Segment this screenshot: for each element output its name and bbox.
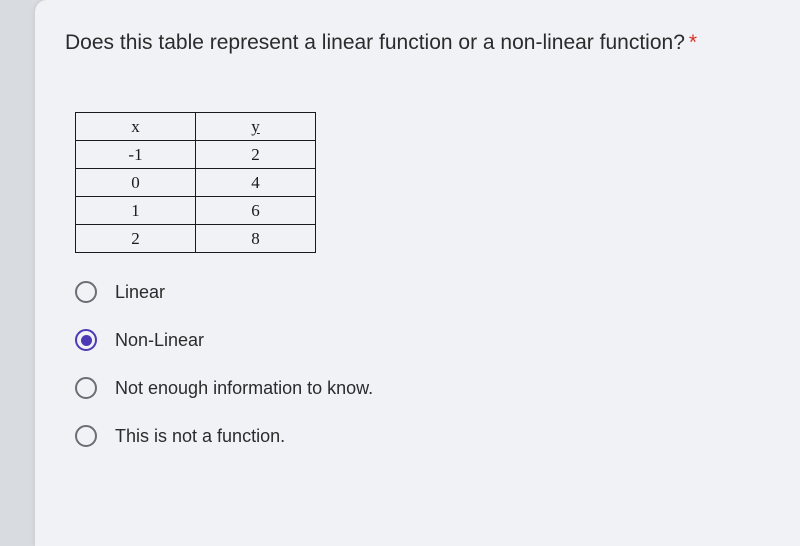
options-group: Linear Non-Linear Not enough information…	[75, 281, 770, 447]
cell-y: 6	[196, 197, 316, 225]
option-label: This is not a function.	[115, 426, 285, 447]
question-card: Does this table represent a linear funct…	[35, 0, 800, 546]
cell-x: 1	[76, 197, 196, 225]
cell-y: 2	[196, 141, 316, 169]
option-label: Linear	[115, 282, 165, 303]
radio-icon	[75, 281, 97, 303]
option-non-linear[interactable]: Non-Linear	[75, 329, 770, 351]
cell-x: -1	[76, 141, 196, 169]
option-linear[interactable]: Linear	[75, 281, 770, 303]
option-label: Non-Linear	[115, 330, 204, 351]
cell-x: 0	[76, 169, 196, 197]
table-row: 0 4	[76, 169, 316, 197]
cell-y: 8	[196, 225, 316, 253]
table-row: 2 8	[76, 225, 316, 253]
table-row: 1 6	[76, 197, 316, 225]
xy-table: x y -1 2 0 4 1 6 2 8	[75, 112, 316, 253]
question-text: Does this table represent a linear funct…	[65, 31, 685, 54]
radio-icon	[75, 425, 97, 447]
header-y: y	[196, 113, 316, 141]
question-row: Does this table represent a linear funct…	[65, 28, 770, 57]
option-not-enough-info[interactable]: Not enough information to know.	[75, 377, 770, 399]
radio-icon	[75, 377, 97, 399]
header-x: x	[76, 113, 196, 141]
option-not-a-function[interactable]: This is not a function.	[75, 425, 770, 447]
radio-icon	[75, 329, 97, 351]
table-header-row: x y	[76, 113, 316, 141]
required-asterisk: *	[689, 31, 697, 54]
cell-x: 2	[76, 225, 196, 253]
cell-y: 4	[196, 169, 316, 197]
option-label: Not enough information to know.	[115, 378, 373, 399]
table-row: -1 2	[76, 141, 316, 169]
